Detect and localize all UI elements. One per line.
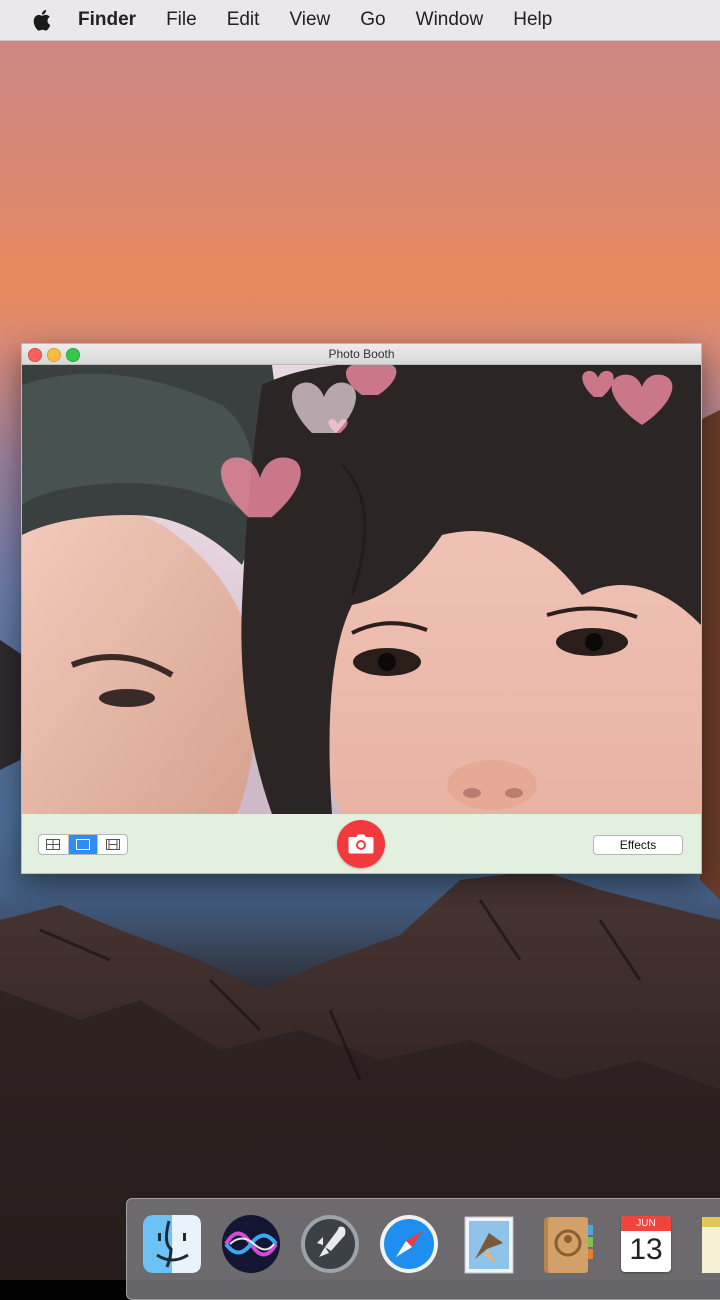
safari-icon[interactable] [378,1213,440,1275]
window-titlebar[interactable]: Photo Booth [22,344,701,365]
take-photo-button[interactable] [337,820,385,868]
menu-bar: Finder File Edit View Go Window Help [0,0,720,41]
menu-view[interactable]: View [289,0,330,40]
apple-logo-icon[interactable] [28,7,58,33]
camera-preview [22,365,701,814]
menu-go[interactable]: Go [360,0,385,40]
four-up-grid-icon[interactable] [39,835,69,854]
menu-edit[interactable]: Edit [227,0,260,40]
menu-help[interactable]: Help [513,0,552,40]
video-clip-icon[interactable] [98,835,127,854]
effects-button[interactable]: Effects [593,835,683,855]
calendar-icon[interactable]: JUN 13 [615,1213,677,1275]
contacts-icon[interactable] [536,1213,598,1275]
calendar-month: JUN [621,1216,671,1231]
finder-icon[interactable] [141,1213,203,1275]
siri-icon[interactable] [220,1213,282,1275]
menu-finder[interactable]: Finder [78,0,136,40]
dock: JUN 13 [126,1198,720,1300]
menu-window[interactable]: Window [416,0,484,40]
notes-icon[interactable] [694,1213,720,1275]
camera-feed-image [22,365,701,814]
window-title: Photo Booth [328,347,395,361]
camera-icon [348,834,374,854]
launchpad-icon[interactable] [299,1213,361,1275]
layout-segmented-control [38,834,128,855]
single-photo-icon[interactable] [68,835,99,854]
mail-icon[interactable] [457,1213,519,1275]
photo-booth-toolbar: Effects [22,814,701,873]
photo-booth-window: Photo Booth Effects [21,343,702,874]
menu-file[interactable]: File [166,0,197,40]
calendar-day: 13 [629,1233,663,1266]
